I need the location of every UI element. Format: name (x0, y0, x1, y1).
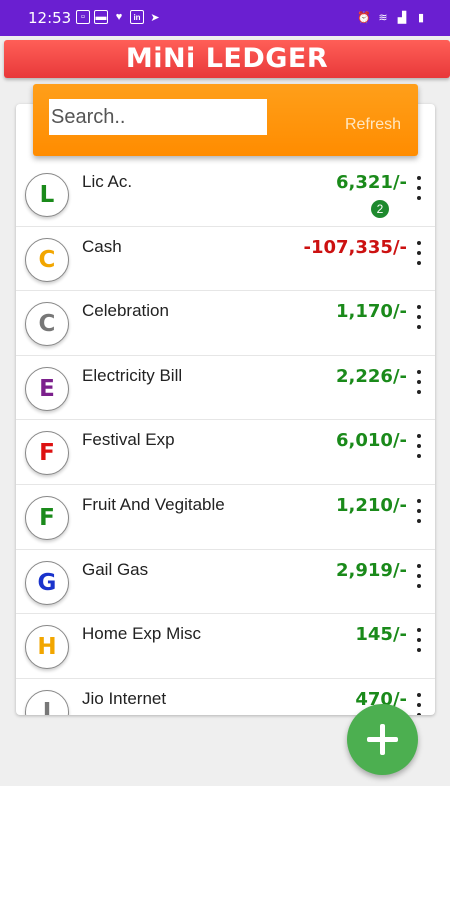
menu-dot (417, 325, 421, 330)
ledger-amount: 2,919/- (336, 559, 407, 581)
ledger-name: Lic Ac. (82, 172, 133, 191)
count-badge: 2 (371, 200, 389, 218)
ledger-list[interactable]: L Lic Ac. 6,321/- 2 C Cash -107,335/- C Celebrat… (16, 104, 435, 715)
more-options-icon[interactable] (415, 369, 423, 394)
more-options-icon[interactable] (415, 176, 423, 200)
search-panel: Refresh (33, 84, 418, 156)
refresh-button[interactable]: Refresh (345, 116, 401, 134)
menu-dot (417, 389, 421, 394)
ledger-amount: 6,321/- (336, 172, 407, 193)
wifi-icon: ≋ (378, 11, 388, 24)
more-options-icon[interactable] (415, 563, 423, 588)
more-options-icon[interactable] (415, 305, 423, 330)
title-bar: MiNi LEDGER (4, 40, 450, 78)
signal-icon: ▟ (397, 11, 407, 24)
ledger-avatar: L (25, 173, 69, 217)
ledger-amount: 6,010/- (336, 430, 407, 452)
menu-dot (417, 369, 421, 374)
more-options-icon[interactable] (415, 434, 423, 459)
ledger-row[interactable]: H Home Exp Misc 145/- (16, 614, 435, 679)
menu-dot (417, 692, 421, 697)
menu-dot (417, 305, 421, 310)
ledger-row[interactable]: C Cash -107,335/- (16, 227, 435, 292)
battery-icon: ▮ (417, 11, 425, 24)
status-left-icons: ▫ ▬ ♥ in ➤ (76, 10, 162, 24)
card-icon: ▬ (94, 10, 108, 24)
status-time: 12:53 (28, 9, 72, 27)
ledger-avatar: C (25, 302, 69, 347)
menu-dot (417, 638, 421, 643)
ledger-name: Jio Internet (82, 688, 167, 708)
menu-dot (417, 508, 421, 513)
menu-dot (417, 260, 421, 265)
menu-dot (417, 186, 421, 190)
menu-dot (417, 702, 421, 707)
ledger-amount: 2,226/- (336, 365, 407, 387)
ledger-avatar: G (25, 560, 69, 605)
menu-dot (417, 240, 421, 245)
heart-icon: ♥ (115, 11, 123, 23)
ledger-row[interactable]: C Celebration 1,170/- (16, 291, 435, 356)
linkedin-icon: in (130, 10, 144, 24)
ledger-name: Fruit And Vegitable (82, 494, 225, 514)
menu-dot (417, 454, 421, 459)
more-options-icon[interactable] (415, 692, 423, 715)
ledger-row[interactable]: G Gail Gas 2,919/- (16, 550, 435, 615)
ledger-amount: -107,335/- (303, 236, 408, 258)
more-options-icon[interactable] (415, 240, 423, 265)
more-options-icon[interactable] (415, 498, 423, 523)
menu-dot (417, 518, 421, 523)
menu-dot (417, 573, 421, 578)
status-right-icons: ⏰ ≋ ▟ ▮ (357, 10, 428, 24)
menu-dot (417, 628, 421, 633)
ledger-avatar: E (25, 366, 69, 411)
app-area: MiNi LEDGER L Lic Ac. 6,321/- 2 C Cash -107,33… (0, 36, 450, 786)
menu-dot (417, 250, 421, 255)
ledger-amount: 145/- (355, 624, 407, 646)
menu-dot (417, 315, 421, 320)
menu-dot (417, 498, 421, 503)
ledger-avatar: F (25, 495, 69, 540)
ledger-avatar: H (25, 625, 69, 670)
ledger-rows: L Lic Ac. 6,321/- 2 C Cash -107,335/- C Celebrat… (16, 162, 435, 715)
ledger-avatar: F (25, 431, 69, 476)
ledger-name: Festival Exp (82, 430, 175, 450)
ledger-name: Home Exp Misc (82, 624, 202, 644)
gallery-icon: ▫ (76, 10, 90, 24)
app-title: MiNi LEDGER (125, 43, 329, 74)
menu-dot (417, 444, 421, 449)
ledger-row[interactable]: L Lic Ac. 6,321/- 2 (16, 162, 435, 227)
menu-dot (417, 176, 421, 180)
add-ledger-button[interactable] (347, 704, 418, 775)
ledger-avatar: J (25, 689, 69, 715)
ledger-name: Cash (82, 236, 122, 256)
menu-dot (417, 379, 421, 384)
telegram-icon: ➤ (150, 11, 160, 24)
ledger-amount: 1,170/- (336, 301, 407, 323)
menu-dot (417, 196, 421, 200)
ledger-amount: 1,210/- (336, 494, 407, 516)
alarm-icon: ⏰ (357, 11, 371, 24)
ledger-row[interactable]: F Fruit And Vegitable 1,210/- (16, 485, 435, 550)
more-options-icon[interactable] (415, 628, 423, 653)
ledger-row[interactable]: E Electricity Bill 2,226/- (16, 356, 435, 421)
menu-dot (417, 434, 421, 439)
ledger-row[interactable]: F Festival Exp 6,010/- (16, 420, 435, 485)
menu-dot (417, 648, 421, 653)
ledger-name: Celebration (82, 301, 169, 321)
ledger-avatar: C (25, 237, 69, 282)
menu-dot (417, 583, 421, 588)
menu-dot (417, 712, 421, 715)
ledger-name: Electricity Bill (82, 365, 183, 385)
ledger-name: Gail Gas (82, 559, 149, 579)
status-bar: 12:53 ▫ ▬ ♥ in ➤ ⏰ ≋ ▟ ▮ (0, 0, 450, 36)
menu-dot (417, 563, 421, 568)
search-input[interactable] (49, 99, 267, 135)
